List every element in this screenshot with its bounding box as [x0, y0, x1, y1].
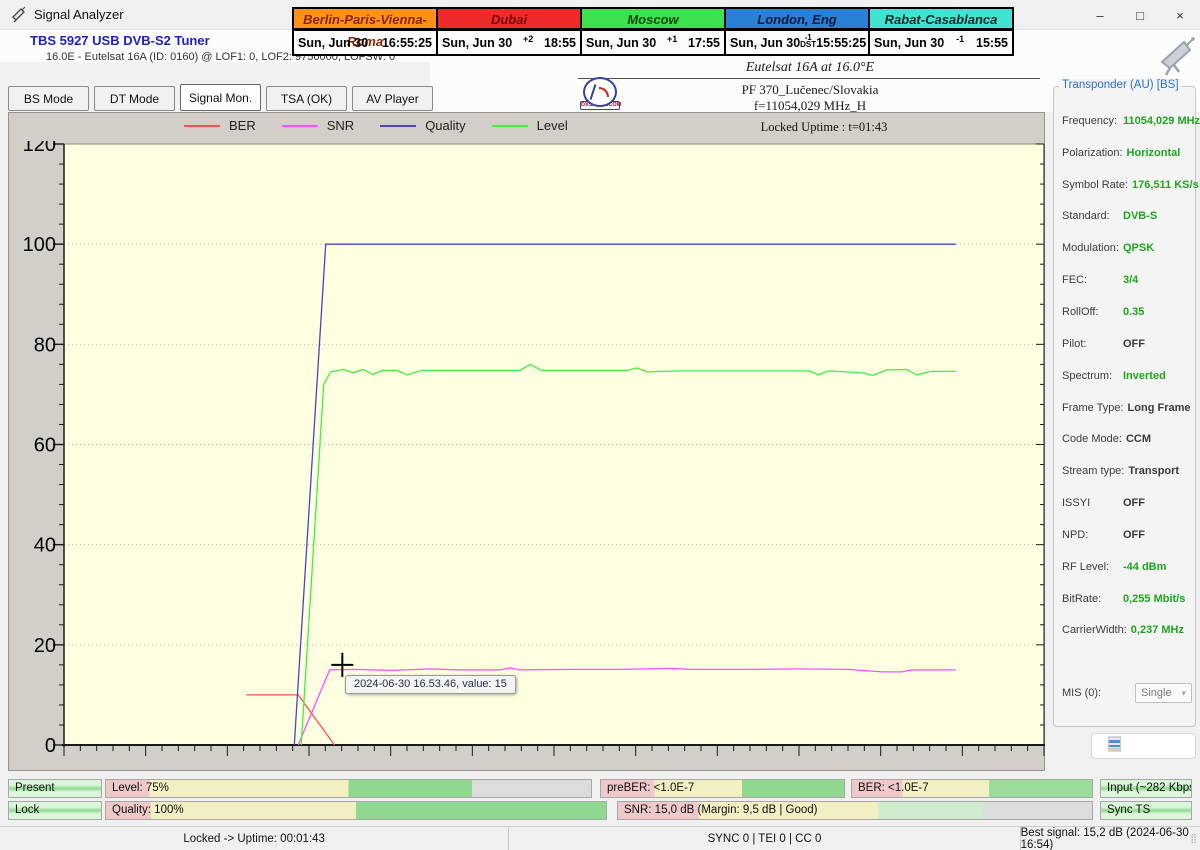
chevron-down-icon: ▾	[1181, 687, 1186, 698]
header-divider	[578, 78, 1040, 79]
transponder-row: Spectrum: Inverted	[1062, 369, 1166, 382]
legend-swatch	[380, 124, 417, 127]
transponder-rows: Frequency: 11054,029 MHz Polarization: Hori…	[1062, 105, 1200, 646]
world-clocks: Berlin-Paris-Vienna-Roma Sun, Jun 30 16:55…	[292, 7, 1014, 56]
transponder-row: RF Level: -44 dBm	[1062, 560, 1167, 573]
close-button[interactable]: ×	[1160, 0, 1200, 30]
chart-legend: BER SNR Quality Level	[184, 118, 568, 133]
transponder-row: RollOff: 0.35	[1062, 305, 1145, 318]
legend-swatch	[491, 124, 528, 127]
preber-progress-bar: preBER: <1.0E-7	[600, 779, 845, 798]
window-title: Signal Analyzer	[34, 7, 124, 22]
app-satellite-icon	[10, 6, 28, 24]
signal-chart-svg[interactable]: 0 20 40 60 80 100 120	[9, 141, 1046, 772]
clock-cell-0: Berlin-Paris-Vienna-Roma Sun, Jun 30 16:55…	[293, 8, 437, 55]
legend-item-level: Level	[491, 118, 568, 133]
transponder-row: Modulation: QPSK	[1062, 242, 1155, 255]
table-icon	[1107, 736, 1122, 757]
mode-tabs: BS Mode DT Mode Signal Mon. TSA (OK) AV Play…	[8, 84, 433, 111]
minimize-button[interactable]: –	[1080, 0, 1120, 30]
transponder-row: FEC: 3/4	[1062, 274, 1139, 287]
status-sync-counters: SYNC 0 | TEI 0 | CC 0	[509, 827, 1021, 850]
indicator-row-1: Present Level: 75% preBER: <1.0E-7 BER: …	[0, 779, 1200, 798]
transponder-row: Polarization: Horizontal	[1062, 146, 1181, 159]
clock-time: Sun, Jun 30 +1 17:55	[581, 30, 725, 55]
site-label: PF 370_Lučenec/Slovakia	[741, 82, 879, 97]
svg-text:60: 60	[34, 435, 56, 457]
transponder-row: Frequency: 11054,029 MHz	[1062, 114, 1200, 127]
clock-city: Berlin-Paris-Vienna-Roma	[293, 8, 437, 49]
transponder-row: CarrierWidth: 0,237 MHz	[1062, 624, 1184, 637]
clock-city: Moscow	[581, 8, 725, 30]
transponder-row: Stream type: Transport	[1062, 465, 1180, 478]
transponder-row: BitRate: 0,255 Mbit/s	[1062, 592, 1186, 605]
dxsatcs-logo: DXSATCS.COM	[580, 77, 621, 113]
tuner-name: TBS 5927 USB DVB-S2 Tuner	[30, 33, 210, 48]
svg-text:100: 100	[23, 234, 56, 256]
satellite-position-label: Eutelsat 16A at 16.0°E	[745, 60, 875, 75]
clock-cell-1: Dubai Sun, Jun 30 +2 18:55	[437, 8, 581, 55]
clock-time: Sun, Jun 30 +2 18:55	[437, 30, 581, 55]
clock-city: Dubai	[437, 8, 581, 30]
transponder-row: Standard: DVB-S	[1062, 210, 1158, 223]
transponder-row: NPD: OFF	[1062, 528, 1145, 541]
indicator-row-2: Lock Quality: 100% SNR: 15,0 dB (Margin:…	[0, 801, 1200, 820]
tab-signal-mon-[interactable]: Signal Mon.	[180, 84, 261, 111]
svg-text:0: 0	[45, 735, 56, 757]
clock-time: Sun, Jun 30 -1 15:55	[869, 30, 1013, 55]
clock-cell-3: London, Eng Sun, Jun 30 -1 DST 15:55:25	[725, 8, 869, 55]
input-rate-indicator: Input (~282 Kbps)	[1100, 779, 1192, 798]
clock-time: Sun, Jun 30 -1 DST 15:55:25	[725, 30, 869, 55]
mis-row: MIS (0): Single ▾	[1062, 683, 1192, 703]
quality-progress-bar: Quality: 100%	[105, 801, 607, 820]
present-indicator: Present	[8, 779, 102, 798]
transponder-row: Pilot: OFF	[1062, 337, 1145, 350]
tab-bs-mode[interactable]: BS Mode	[8, 86, 89, 111]
locked-uptime-label: Locked Uptime : t=01:43	[760, 120, 888, 134]
svg-text:120: 120	[23, 141, 56, 156]
svg-text:20: 20	[34, 635, 56, 657]
tab-tsa-ok-[interactable]: TSA (OK)	[266, 86, 347, 111]
mis-selected-value: Single	[1141, 687, 1172, 699]
tab-dt-mode[interactable]: DT Mode	[94, 86, 175, 111]
mis-label: MIS (0):	[1062, 687, 1102, 699]
status-uptime: Locked -> Uptime: 00:01:43	[0, 827, 510, 850]
legend-item-ber: BER	[184, 118, 256, 133]
legend-swatch	[281, 124, 318, 127]
ts-table-button[interactable]	[1091, 733, 1196, 759]
clock-cell-4: Rabat-Casablanca Sun, Jun 30 -1 15:55	[869, 8, 1013, 55]
transponder-row: ISSYI OFF	[1062, 497, 1145, 510]
resize-grip-icon[interactable]: ⣿	[1190, 833, 1198, 844]
lock-indicator: Lock	[8, 801, 102, 820]
transponder-row: Frame Type: Long Frame	[1062, 401, 1191, 414]
clock-city: London, Eng	[725, 8, 869, 30]
status-bar: Locked -> Uptime: 00:01:43 SYNC 0 | TEI …	[0, 826, 1200, 850]
legend-item-snr: SNR	[281, 118, 354, 133]
transponder-panel: Transponder (AU) [BS] Frequency: 11054,02…	[1053, 79, 1200, 727]
transponder-row: Code Mode: CCM	[1062, 433, 1151, 446]
satellite-dish-icon	[1150, 34, 1196, 83]
legend-item-quality: Quality	[380, 118, 466, 133]
clock-city: Rabat-Casablanca	[869, 8, 1013, 30]
transponder-panel-title: Transponder (AU) [BS]	[1059, 79, 1182, 91]
tab-av-player[interactable]: AV Player	[352, 86, 433, 111]
legend-swatch	[184, 124, 220, 127]
svg-text:80: 80	[34, 334, 56, 356]
signal-chart-panel: BER SNR Quality Level Locked Uptime : t=01:…	[8, 112, 1045, 771]
ber-progress-bar: BER: <1.0E-7	[851, 779, 1093, 798]
transponder-row: Symbol Rate: 176,511 KS/s	[1062, 178, 1199, 191]
snr-progress-bar: SNR: 15,0 dB (Margin: 9,5 dB | Good)	[617, 801, 1093, 820]
level-progress-bar: Level: 75%	[105, 779, 592, 798]
chart-tooltip: 2024-06-30 16.53.46, value: 15	[345, 675, 516, 694]
status-best-signal: Best signal: 15,2 dB (2024-06-30 16:54)	[1020, 826, 1189, 850]
maximize-button[interactable]: □	[1120, 0, 1160, 30]
svg-text:40: 40	[34, 535, 56, 557]
sync-ts-indicator: Sync TS	[1100, 801, 1192, 820]
clock-cell-2: Moscow Sun, Jun 30 +1 17:55	[581, 8, 725, 55]
mis-select[interactable]: Single ▾	[1135, 683, 1192, 703]
